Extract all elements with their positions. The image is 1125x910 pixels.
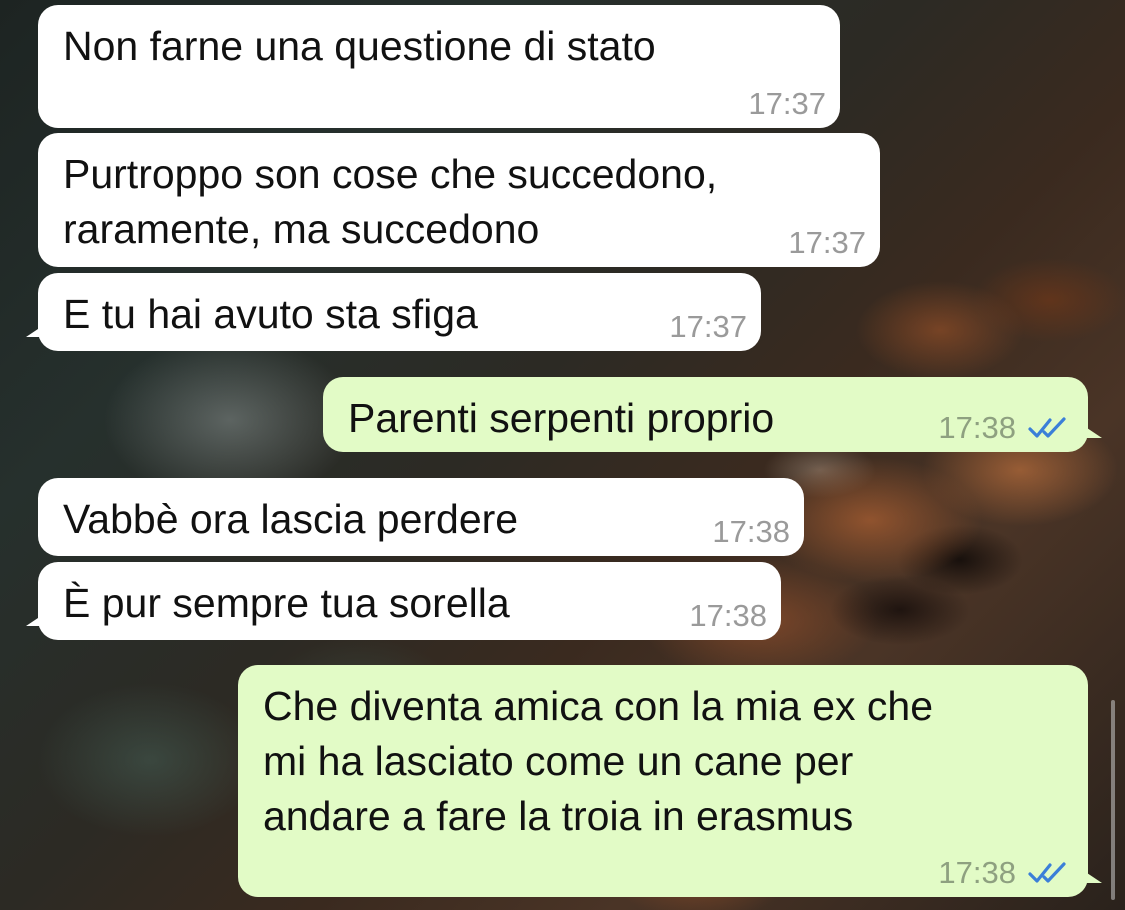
bubble-tail [26,614,44,626]
message-text: E tu hai avuto sta sfiga [63,291,478,337]
message-timestamp: 17:38 [938,410,1016,445]
bubble-tail [1084,426,1102,438]
bubble-tail [26,325,44,337]
message-text: Purtroppo son cose che succedono, rarame… [63,151,718,252]
bubble-tail [1084,871,1102,883]
scroll-indicator[interactable] [1111,700,1115,900]
message-timestamp: 17:37 [748,86,826,121]
message-text: Parenti serpenti proprio [348,395,775,441]
message-bubble-incoming[interactable]: È pur sempre tua sorella 17:38 [26,562,781,640]
double-check-read-icon [1028,417,1066,438]
message-text: Vabbè ora lascia perdere [63,496,519,542]
message-timestamp: 17:37 [669,309,747,344]
double-check-read-icon [1028,862,1066,883]
message-timestamp: 17:38 [938,855,1016,890]
message-bubble-incoming[interactable]: Vabbè ora lascia perdere 17:38 [38,478,804,556]
message-timestamp: 17:38 [712,514,790,549]
message-bubble-incoming[interactable]: Non farne una questione di stato 17:37 [38,5,840,128]
message-text: È pur sempre tua sorella [63,580,510,626]
message-bubble-incoming[interactable]: Purtroppo son cose che succedono, rarame… [38,133,880,267]
message-bubble-incoming[interactable]: E tu hai avuto sta sfiga 17:37 [26,273,761,351]
message-text: Non farne una questione di stato [63,23,656,69]
message-bubble-outgoing[interactable]: Che diventa amica con la mia ex che mi h… [238,665,1102,897]
message-timestamp: 17:38 [689,598,767,633]
message-text: Che diventa amica con la mia ex che mi h… [263,683,934,839]
message-bubble-outgoing[interactable]: Parenti serpenti proprio 17:38 [323,377,1102,452]
message-timestamp: 17:37 [788,225,866,260]
